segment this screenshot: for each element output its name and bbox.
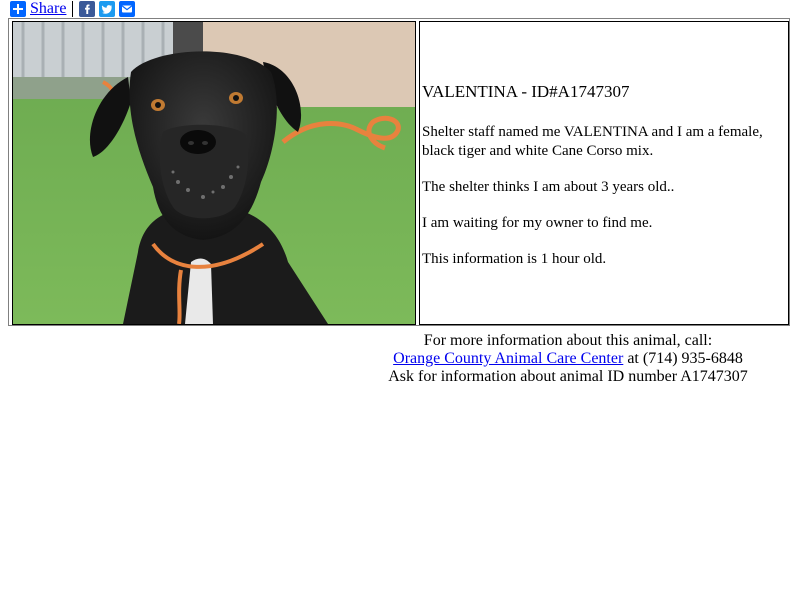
twitter-icon[interactable] <box>99 1 116 17</box>
share-plus-icon[interactable] <box>10 1 26 17</box>
shelter-link[interactable]: Orange County Animal Care Center <box>393 350 623 367</box>
facebook-icon[interactable] <box>79 1 96 17</box>
contact-ask: Ask for information about animal ID numb… <box>388 368 748 385</box>
share-bar: Share <box>10 1 136 17</box>
contact-line: Orange County Animal Care Center at (714… <box>340 350 796 368</box>
info-freshness: This information is 1 hour old. <box>422 251 607 267</box>
contact-intro: For more information about this animal, … <box>423 332 713 349</box>
contact-info: For more information about this animal, … <box>340 332 796 386</box>
animal-description: Shelter staff named me VALENTINA and I a… <box>422 124 763 159</box>
animal-age: The shelter thinks I am about 3 years ol… <box>422 179 675 195</box>
animal-status: I am waiting for my owner to find me. <box>422 215 653 231</box>
animal-title: VALENTINA - ID#A1747307 <box>422 82 630 101</box>
animal-table: VALENTINA - ID#A1747307 Shelter staff na… <box>8 18 790 326</box>
share-link[interactable]: Share <box>30 1 66 17</box>
divider <box>72 1 74 17</box>
shelter-phone: at (714) 935-6848 <box>627 350 743 367</box>
email-icon[interactable] <box>119 1 136 17</box>
animal-photo <box>12 21 416 325</box>
animal-info: VALENTINA - ID#A1747307 Shelter staff na… <box>419 21 789 325</box>
